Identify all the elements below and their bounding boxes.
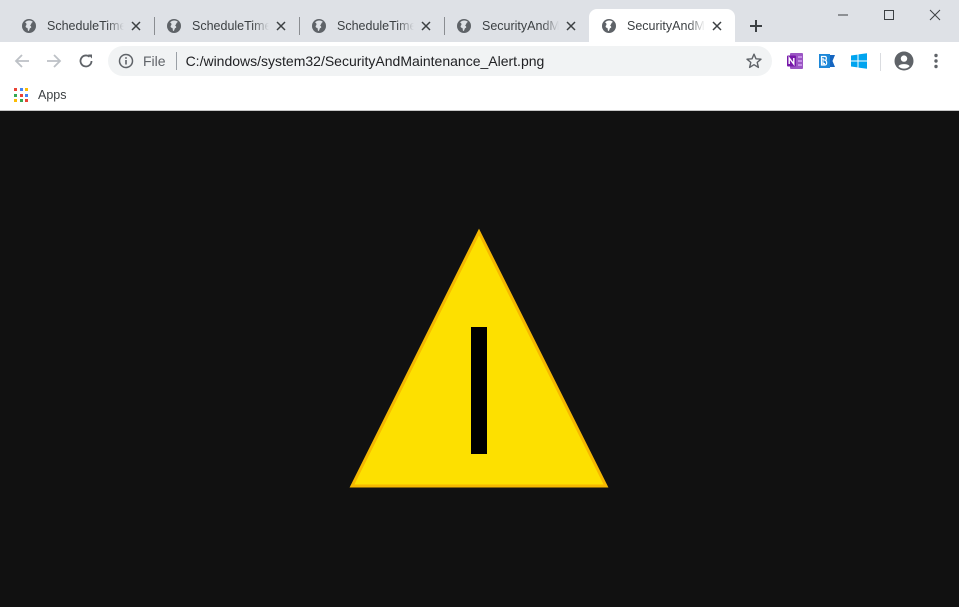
tab-title: SecurityAndMa [482, 18, 559, 33]
arrow-left-icon [14, 54, 29, 68]
apps-label: Apps [38, 88, 67, 102]
plus-icon [750, 20, 762, 32]
close-tab-icon[interactable] [128, 18, 144, 34]
image-viewer [0, 112, 959, 607]
minimize-button[interactable] [820, 0, 866, 30]
globe-icon [312, 18, 326, 33]
tab-4[interactable]: SecurityAndMa [435, 9, 589, 42]
maximize-icon [884, 10, 894, 20]
omnibox-divider [175, 52, 177, 70]
close-tab-icon[interactable] [563, 18, 579, 34]
account-circle-icon [894, 51, 914, 71]
tab-5-active[interactable]: SecurityAndMa [589, 9, 735, 42]
tab-title: SecurityAndMa [627, 18, 705, 33]
close-tab-icon[interactable] [273, 18, 289, 34]
warning-alert-image [349, 228, 609, 488]
globe-icon [457, 18, 471, 33]
globe-icon [167, 18, 181, 33]
exclamation-dot [471, 438, 487, 454]
tab-1[interactable]: ScheduleTime_ [0, 9, 154, 42]
forward-button[interactable] [40, 47, 68, 75]
toolbar-separator [880, 53, 881, 71]
reload-button[interactable] [72, 47, 100, 75]
tab-2[interactable]: ScheduleTime_ [145, 9, 299, 42]
tab-3[interactable]: ScheduleTime_ [290, 9, 444, 42]
close-icon [929, 9, 941, 21]
maximize-button[interactable] [866, 0, 912, 30]
onenote-icon[interactable] [786, 52, 804, 70]
tab-title: ScheduleTime_ [47, 18, 124, 33]
bing-icon[interactable] [818, 52, 836, 70]
close-window-button[interactable] [912, 0, 958, 30]
back-button[interactable] [8, 47, 36, 75]
exclamation-bar [471, 327, 487, 445]
tab-title: ScheduleTime_ [192, 18, 269, 33]
globe-icon [602, 18, 616, 33]
new-tab-button[interactable] [744, 14, 768, 38]
info-icon[interactable] [118, 53, 134, 69]
scheme-label: File [143, 53, 166, 69]
more-vert-icon [934, 53, 938, 69]
menu-button[interactable] [922, 47, 950, 75]
minimize-icon [838, 14, 848, 16]
apps-shortcut[interactable]: Apps [14, 85, 67, 105]
url-text[interactable]: C:/windows/system32/SecurityAndMaintenan… [186, 53, 545, 69]
profile-button[interactable] [890, 47, 918, 75]
browser-toolbar: File C:/windows/system32/SecurityAndMain… [0, 42, 959, 80]
globe-icon [22, 18, 36, 33]
apps-grid-icon [14, 88, 28, 102]
close-tab-icon[interactable] [709, 18, 725, 34]
windows-icon[interactable] [850, 52, 868, 70]
bookmarks-bar: Apps [0, 80, 959, 111]
tab-strip: ScheduleTime_ ScheduleTime_ ScheduleTime… [0, 0, 959, 42]
arrow-right-icon [47, 54, 62, 68]
tab-title: ScheduleTime_ [337, 18, 414, 33]
star-icon[interactable] [746, 53, 762, 69]
reload-icon [79, 54, 93, 68]
close-tab-icon[interactable] [418, 18, 434, 34]
address-bar[interactable]: File C:/windows/system32/SecurityAndMain… [108, 46, 772, 76]
